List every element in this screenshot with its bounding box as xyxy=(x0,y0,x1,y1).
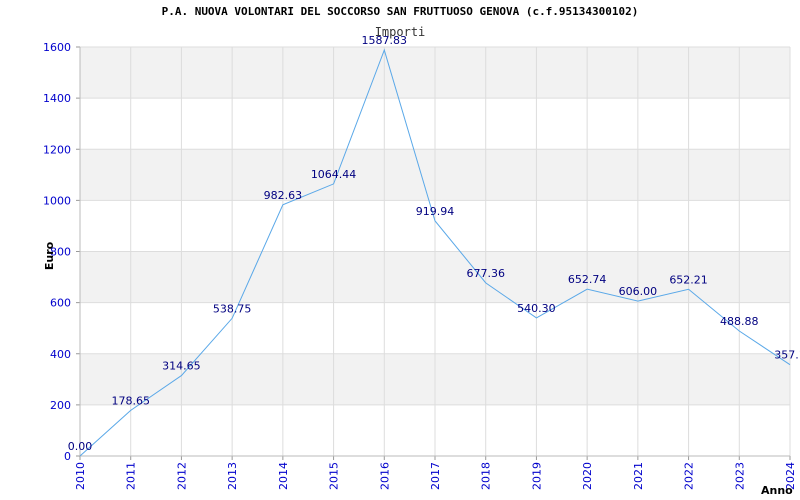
x-tick-label: 2022 xyxy=(683,462,696,490)
x-tick-label: 2017 xyxy=(429,462,442,490)
x-tick-label: 2013 xyxy=(226,462,239,490)
x-tick-label: 2015 xyxy=(328,462,341,490)
y-tick-label: 1400 xyxy=(43,92,71,105)
data-label: 919.94 xyxy=(416,205,455,218)
x-tick-label: 2016 xyxy=(378,462,391,490)
data-label: 538.75 xyxy=(213,302,252,315)
data-label: 488.88 xyxy=(720,315,759,328)
x-tick-label: 2019 xyxy=(530,462,543,490)
data-label: 652.21 xyxy=(669,273,708,286)
x-tick-label: 2020 xyxy=(581,462,594,490)
x-tick-label: 2010 xyxy=(74,462,87,490)
data-label: 540.30 xyxy=(517,302,556,315)
y-tick-label: 1000 xyxy=(43,194,71,207)
data-label: 178.65 xyxy=(111,394,150,407)
y-tick-label: 400 xyxy=(50,348,71,361)
x-tick-labels: 2010 2011 2012 2013 2014 2015 2016 2017 2018 2019… xyxy=(74,462,797,490)
x-tick-label: 2012 xyxy=(175,462,188,490)
data-label: 314.65 xyxy=(162,360,201,373)
x-tick-label: 2018 xyxy=(480,462,493,490)
y-tick-label: 600 xyxy=(50,297,71,310)
x-tick-label: 2021 xyxy=(632,462,645,490)
data-label: 1587.83 xyxy=(362,34,408,47)
y-axis-label: Euro xyxy=(43,241,56,270)
y-tick-label: 200 xyxy=(50,399,71,412)
x-axis-label: Anno xyxy=(761,484,793,497)
data-label: 652.74 xyxy=(568,273,607,286)
y-tick-label: 1600 xyxy=(43,41,71,54)
x-tick-label: 2023 xyxy=(733,462,746,490)
data-label: 0.00 xyxy=(68,440,93,453)
data-label: 606.00 xyxy=(619,285,658,298)
x-tick-label: 2014 xyxy=(277,462,290,490)
data-label: 677.36 xyxy=(466,267,505,280)
y-tick-label: 1200 xyxy=(43,143,71,156)
x-tick-label: 2011 xyxy=(125,462,138,490)
data-label: 357.1 xyxy=(774,349,800,362)
data-label: 982.63 xyxy=(264,189,303,202)
data-label: 1064.44 xyxy=(311,168,357,181)
line-chart: 02004006008001000120014001600 2010 2011 20… xyxy=(43,34,800,497)
